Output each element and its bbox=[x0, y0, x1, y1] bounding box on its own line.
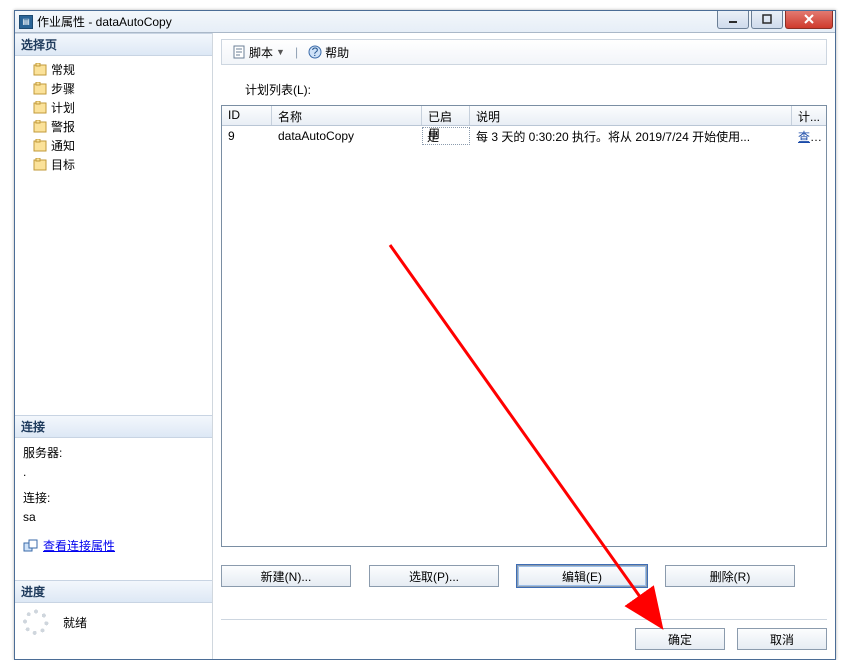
app-icon: ▤ bbox=[19, 15, 33, 29]
progress-header: 进度 bbox=[15, 580, 212, 603]
page-label: 警报 bbox=[51, 118, 75, 135]
page-item-schedules[interactable]: 计划 bbox=[15, 98, 212, 117]
grid-row[interactable]: 9 dataAutoCopy 是 每 3 天的 0:30:20 执行。将从 20… bbox=[222, 126, 826, 146]
page-item-steps[interactable]: 步骤 bbox=[15, 79, 212, 98]
page-item-targets[interactable]: 目标 bbox=[15, 155, 212, 174]
maximize-button[interactable] bbox=[751, 11, 783, 29]
page-label: 计划 bbox=[51, 99, 75, 116]
page-icon bbox=[33, 139, 49, 153]
left-panel: 选择页 常规 步骤 计划 警报 bbox=[15, 33, 213, 659]
col-action[interactable]: 计... bbox=[792, 106, 826, 125]
cell-action: 查看 bbox=[792, 126, 826, 147]
help-button[interactable]: ? 帮助 bbox=[304, 42, 353, 63]
server-value: . bbox=[23, 463, 204, 482]
connection-block: 服务器: . 连接: sa bbox=[15, 438, 212, 531]
help-icon: ? bbox=[308, 45, 322, 59]
dialog-footer: 确定 取消 bbox=[221, 619, 827, 649]
page-label: 通知 bbox=[51, 137, 75, 154]
col-enabled[interactable]: 已启用 bbox=[422, 106, 470, 125]
script-icon bbox=[232, 45, 246, 59]
cell-desc: 每 3 天的 0:30:20 执行。将从 2019/7/24 开始使用... bbox=[470, 126, 792, 147]
page-item-notify[interactable]: 通知 bbox=[15, 136, 212, 155]
col-name[interactable]: 名称 bbox=[272, 106, 422, 125]
toolbar-separator: | bbox=[295, 45, 298, 59]
view-link[interactable]: 查看 bbox=[798, 130, 822, 144]
progress-spinner-icon bbox=[23, 609, 49, 635]
dropdown-arrow-icon: ▼ bbox=[276, 47, 285, 57]
page-icon bbox=[33, 120, 49, 134]
page-label: 目标 bbox=[51, 156, 75, 173]
ok-button[interactable]: 确定 bbox=[635, 628, 725, 650]
titlebar[interactable]: ▤ 作业属性 - dataAutoCopy bbox=[15, 11, 835, 33]
col-id[interactable]: ID bbox=[222, 106, 272, 125]
col-desc[interactable]: 说明 bbox=[470, 106, 792, 125]
page-icon bbox=[33, 82, 49, 96]
grid-header-row: ID 名称 已启用 说明 计... bbox=[222, 106, 826, 126]
svg-text:?: ? bbox=[312, 45, 319, 59]
window-title: 作业属性 - dataAutoCopy bbox=[37, 13, 717, 30]
schedule-list-label: 计划列表(L): bbox=[245, 81, 827, 98]
connection-header: 连接 bbox=[15, 415, 212, 438]
right-panel: 脚本 ▼ | ? 帮助 计划列表(L): ID 名称 已启用 说明 bbox=[213, 33, 835, 659]
progress-status: 就绪 bbox=[63, 614, 87, 631]
page-label: 常规 bbox=[51, 61, 75, 78]
server-label: 服务器: bbox=[23, 444, 204, 463]
page-icon bbox=[33, 101, 49, 115]
page-icon bbox=[33, 63, 49, 77]
properties-icon bbox=[23, 539, 39, 553]
pick-button[interactable]: 选取(P)... bbox=[369, 565, 499, 587]
page-item-general[interactable]: 常规 bbox=[15, 60, 212, 79]
page-item-alerts[interactable]: 警报 bbox=[15, 117, 212, 136]
cancel-button[interactable]: 取消 bbox=[737, 628, 827, 650]
select-page-header: 选择页 bbox=[15, 33, 212, 56]
script-label: 脚本 bbox=[249, 44, 273, 61]
view-connection-props-link[interactable]: 查看连接属性 bbox=[43, 537, 115, 554]
page-label: 步骤 bbox=[51, 80, 75, 97]
edit-button[interactable]: 编辑(E) bbox=[517, 565, 647, 587]
cell-enabled[interactable]: 是 bbox=[422, 127, 470, 145]
connect-label: 连接: bbox=[23, 489, 204, 508]
minimize-button[interactable] bbox=[717, 11, 749, 29]
new-button[interactable]: 新建(N)... bbox=[221, 565, 351, 587]
schedule-grid: ID 名称 已启用 说明 计... 9 dataAutoCopy 是 每 3 天… bbox=[221, 105, 827, 547]
help-label: 帮助 bbox=[325, 44, 349, 61]
cell-id: 9 bbox=[222, 127, 272, 145]
connect-value: sa bbox=[23, 508, 204, 527]
cell-name: dataAutoCopy bbox=[272, 127, 422, 145]
toolbar: 脚本 ▼ | ? 帮助 bbox=[221, 39, 827, 65]
close-button[interactable] bbox=[785, 11, 833, 29]
delete-button[interactable]: 删除(R) bbox=[665, 565, 795, 587]
page-icon bbox=[33, 158, 49, 172]
dialog-window: ▤ 作业属性 - dataAutoCopy 选择页 常规 步骤 bbox=[14, 10, 836, 660]
page-list: 常规 步骤 计划 警报 通知 bbox=[15, 56, 212, 182]
script-button[interactable]: 脚本 ▼ bbox=[228, 42, 289, 63]
